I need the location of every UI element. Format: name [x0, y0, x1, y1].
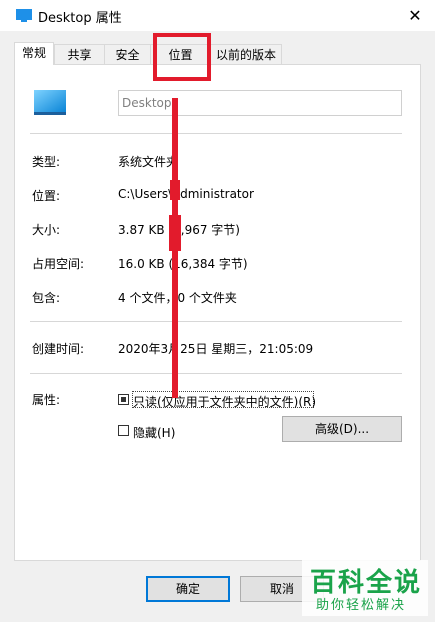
tab-security[interactable]: 安全 [104, 44, 151, 64]
separator [30, 321, 402, 322]
monitor-icon [34, 90, 66, 115]
annotation-line [169, 215, 181, 251]
location-label: 位置: [32, 189, 61, 203]
separator [30, 373, 402, 374]
hidden-label[interactable]: 隐藏(H) [133, 424, 175, 441]
close-button[interactable]: ✕ [395, 0, 435, 31]
folder-icon [16, 9, 32, 22]
title-bar: Desktop 属性 ✕ [0, 0, 435, 31]
ok-button[interactable]: 确定 [146, 576, 230, 602]
window-title: Desktop 属性 [38, 11, 122, 26]
folder-name-input[interactable] [118, 90, 402, 116]
type-label: 类型: [32, 155, 61, 169]
watermark: 百科全说 助你轻松解决 [302, 560, 428, 616]
contains-label: 包含: [32, 291, 61, 305]
watermark-subtitle: 助你轻松解决 [316, 598, 407, 613]
advanced-button[interactable]: 高级(D)... [282, 416, 402, 442]
separator [30, 133, 402, 134]
tab-general[interactable]: 常规 [14, 42, 54, 65]
type-value: 系统文件夹 [118, 155, 179, 169]
disk-size-label: 占用空间: [32, 257, 85, 271]
readonly-label[interactable]: 只读(仅应用于文件夹中的文件)(R) [133, 393, 316, 410]
attributes-label: 属性: [32, 393, 61, 407]
tab-sharing[interactable]: 共享 [54, 44, 105, 64]
size-label: 大小: [32, 223, 61, 237]
highlight-box [153, 33, 211, 81]
created-value: 2020年3月25日 星期三，21:05:09 [118, 342, 314, 356]
disk-size-value: 16.0 KB (16,384 字节) [118, 257, 248, 271]
readonly-checkbox[interactable] [118, 394, 129, 405]
location-value: C:\Users\Administrator [118, 187, 254, 201]
hidden-checkbox[interactable] [118, 425, 129, 436]
created-label: 创建时间: [32, 342, 85, 356]
general-panel [14, 64, 421, 561]
close-icon: ✕ [408, 6, 422, 25]
annotation-line [170, 180, 180, 200]
tab-previous-versions[interactable]: 以前的版本 [210, 44, 282, 64]
